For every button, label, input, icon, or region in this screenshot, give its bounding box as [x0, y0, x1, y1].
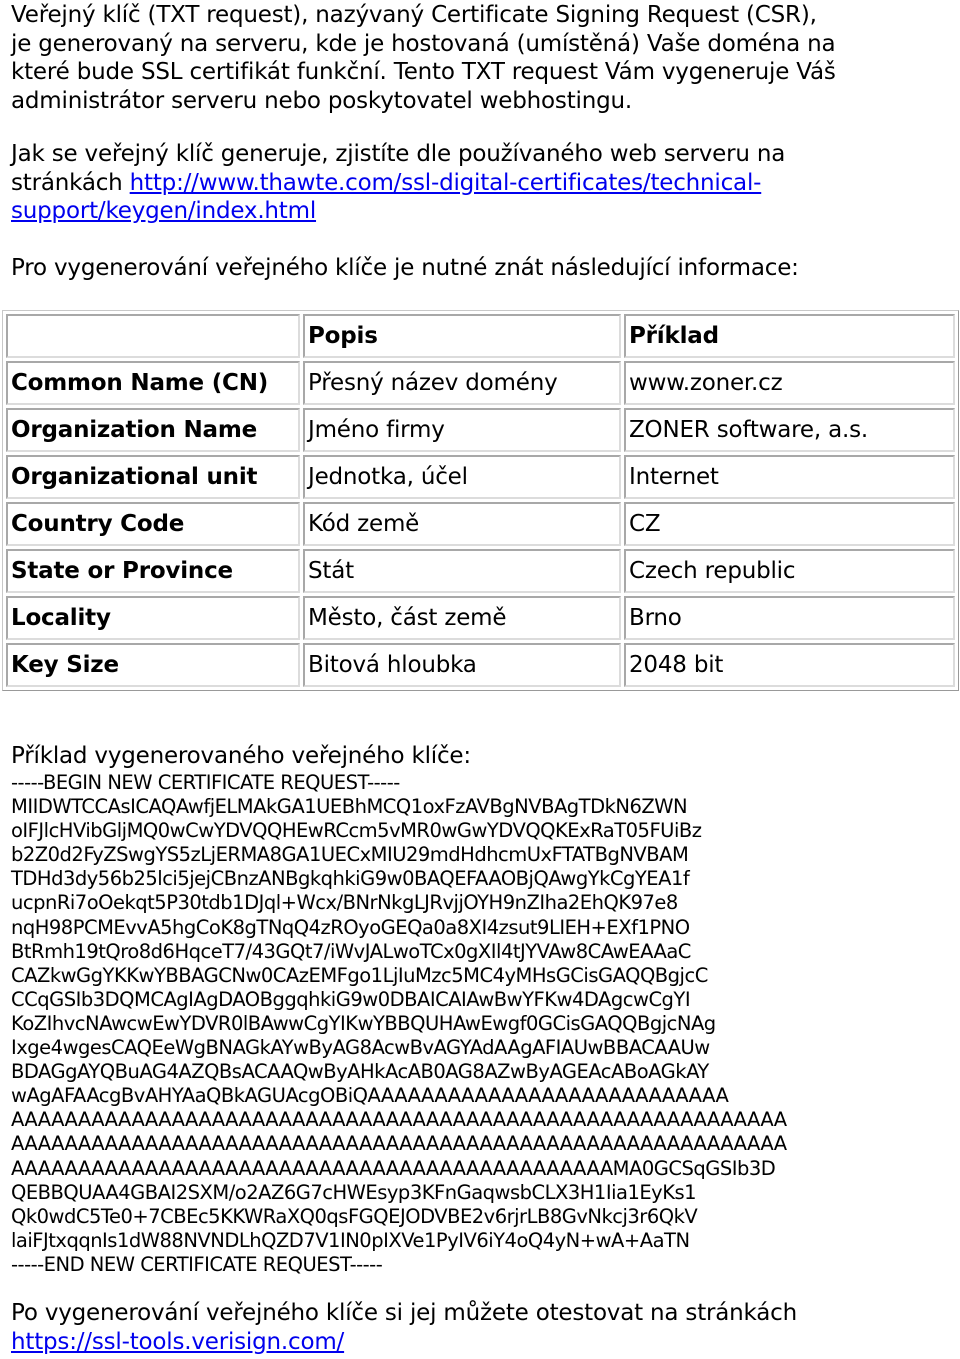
table-row: Organizational unit Jednotka, účel Inter… [6, 455, 955, 499]
header-cell-example: Příklad [624, 314, 955, 358]
csr-line: CAZkwGgYKKwYBBAGCNw0CAzEMFgo1LjIuMzc5MC4… [11, 963, 708, 987]
csr-line: -----END NEW CERTIFICATE REQUEST----- [11, 1252, 383, 1276]
field-example: Brno [624, 596, 955, 640]
field-name: Country Code [6, 502, 300, 546]
csr-line: KoZIhvcNAwcwEwYDVR0lBAwwCgYIKwYBBQUHAwEw… [11, 1011, 716, 1035]
table-row: Common Name (CN) Přesný název domény www… [6, 361, 955, 405]
table-row: State or Province Stát Czech republic [6, 549, 955, 593]
keygen-paragraph: Jak se veřejný klíč generuje, zjistíte d… [11, 140, 956, 226]
field-name: Organizational unit [6, 455, 300, 499]
intro-line: Veřejný klíč (TXT request), nazývaný Cer… [11, 2, 817, 28]
header-cell-empty [6, 314, 300, 358]
csr-line: ucpnRi7oOekqt5P30tdb1DJql+Wcx/BNrNkgLJRv… [11, 891, 678, 915]
field-example: www.zoner.cz [624, 361, 955, 405]
csr-line: -----BEGIN NEW CERTIFICATE REQUEST----- [11, 771, 400, 794]
field-example: Czech republic [624, 549, 955, 593]
csr-line: wAgAFAAcgBvAHYAaQBkAGUAcgOBiQAAAAAAAAAAA… [11, 1084, 729, 1108]
field-example: 2048 bit [624, 643, 955, 687]
csr-line: oIFJlcHVibGljMQ0wCwYDVQQHEwRCcm5vMR0wGwY… [11, 819, 702, 843]
field-description: Bitová hloubka [303, 643, 621, 687]
keygen-line: Jak se veřejný klíč generuje, zjistíte d… [11, 141, 786, 167]
field-example: Internet [624, 455, 955, 499]
keygen-line-with-link: stránkách http://www.thawte.com/ssl-digi… [11, 169, 956, 198]
intro-line: je generovaný na serveru, kde je hostova… [11, 30, 836, 57]
header-cell-description: Popis [303, 314, 621, 358]
csr-line: TDHd3dy56b25lci5jejCBnzANBgkqhkiG9w0BAQE… [11, 867, 690, 891]
field-name: State or Province [6, 549, 300, 593]
verisign-ssl-tools-link[interactable]: https://ssl-tools.verisign.com/ [11, 1329, 344, 1355]
keygen-prefix: stránkách [11, 169, 130, 196]
field-description: Kód země [303, 502, 621, 546]
csr-line: nqH98PCMEvvA5hgCoK8gTNqQ4zROyoGEQa0a8XI4… [11, 915, 690, 939]
table-row: Organization Name Jméno firmy ZONER soft… [6, 408, 955, 452]
csr-line: BDAGgAYQBuAG4AZQBsACAAQwByAHkAcAB0AG8AZw… [11, 1060, 709, 1084]
field-description: Přesný název domény [303, 361, 621, 405]
required-info-heading: Pro vygenerování veřejného klíče je nutn… [11, 255, 799, 281]
field-example: CZ [624, 502, 955, 546]
thawte-keygen-link-cont[interactable]: support/keygen/index.html [11, 198, 316, 224]
table-row: Country Code Kód země CZ [6, 502, 955, 546]
csr-line: AAAAAAAAAAAAAAAAAAAAAAAAAAAAAAAAAAAAAAAA… [11, 1156, 776, 1180]
thawte-keygen-link[interactable]: http://www.thawte.com/ssl-digital-certif… [130, 170, 762, 196]
field-name: Key Size [6, 643, 300, 687]
table-header-row: Popis Příklad [6, 314, 955, 358]
csr-line: BtRmh19tQro8d6HqceT7/43GQt7/iWvJALwoTCx0… [11, 939, 691, 963]
csr-block: -----BEGIN NEW CERTIFICATE REQUEST----- M… [11, 771, 787, 1277]
keygen-link-continuation: support/keygen/index.html [11, 197, 956, 226]
field-description: Město, část země [303, 596, 621, 640]
field-example: ZONER software, a.s. [624, 408, 955, 452]
intro-paragraph: Veřejný klíč (TXT request), nazývaný Cer… [11, 1, 956, 115]
table-row: Locality Město, část země Brno [6, 596, 955, 640]
test-paragraph: Po vygenerování veřejného klíče si jej m… [11, 1299, 956, 1356]
csr-fields-table: Popis Příklad Common Name (CN) Přesný ná… [2, 310, 959, 691]
field-description: Jednotka, účel [303, 455, 621, 499]
csr-line: laiFJtxqqnIs1dW88NVNDLhQZD7V1IN0pIXVe1Py… [11, 1228, 690, 1252]
field-description: Jméno firmy [303, 408, 621, 452]
csr-line: MIIDWTCCAsICAQAwfjELMAkGA1UEBhMCQ1oxFzAV… [11, 795, 688, 819]
csr-line: Ixge4wgesCAQEeWgBNAGkAYwByAG8AcwBvAGYAdA… [11, 1036, 710, 1060]
table-row: Key Size Bitová hloubka 2048 bit [6, 643, 955, 687]
field-name: Common Name (CN) [6, 361, 300, 405]
csr-line: Qk0wdC5Te0+7CBEc5KKWRaXQ0qsFGQEJODVBE2v6… [11, 1204, 698, 1228]
test-link-line: https://ssl-tools.verisign.com/ [11, 1328, 956, 1357]
csr-line: AAAAAAAAAAAAAAAAAAAAAAAAAAAAAAAAAAAAAAAA… [11, 1108, 787, 1132]
csr-line: CCqGSIb3DQMCAgIAgDAOBggqhkiG9w0DBAICAIAw… [11, 987, 691, 1011]
field-name: Organization Name [6, 408, 300, 452]
field-name: Locality [6, 596, 300, 640]
csr-line: AAAAAAAAAAAAAAAAAAAAAAAAAAAAAAAAAAAAAAAA… [11, 1132, 787, 1156]
test-line: Po vygenerování veřejného klíče si jej m… [11, 1300, 797, 1326]
csr-line: QEBBQUAA4GBAI2SXM/o2AZ6G7cHWEsyp3KFnGaqw… [11, 1180, 697, 1204]
field-description: Stát [303, 549, 621, 593]
csr-line: b2Z0d2FyZSwgYS5zLjERMA8GA1UECxMIU29mdHdh… [11, 843, 689, 867]
csr-example-heading: Příklad vygenerovaného veřejného klíče: [11, 743, 471, 769]
intro-line: které bude SSL certifikát funkční. Tento… [11, 59, 836, 85]
intro-line: administrátor serveru nebo poskytovatel … [11, 87, 632, 114]
